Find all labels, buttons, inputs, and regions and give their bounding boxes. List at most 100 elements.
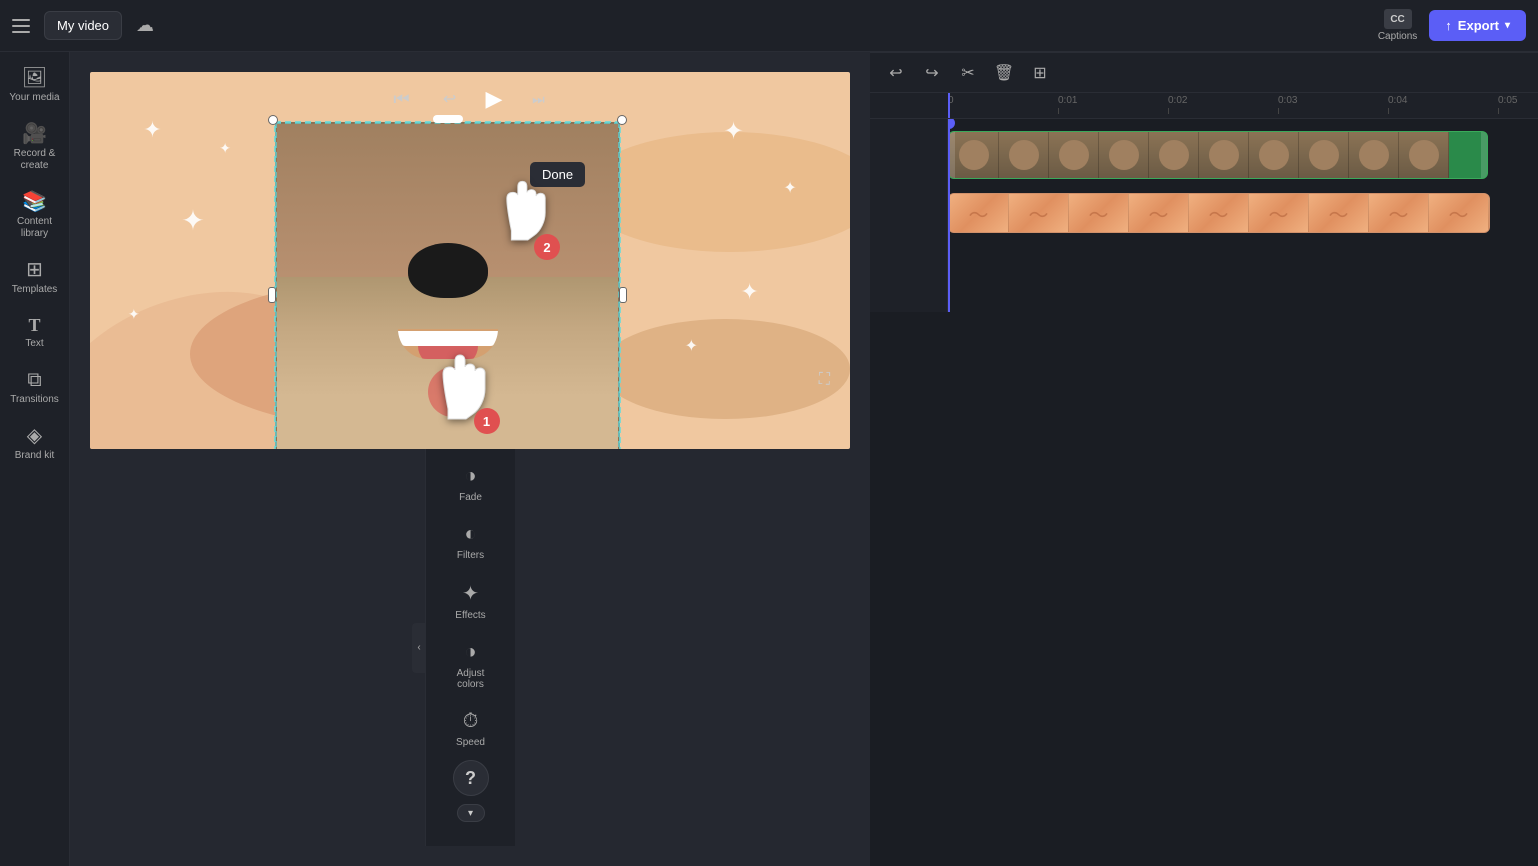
playhead-line <box>948 119 950 312</box>
ruler-mark-0: 0 <box>948 95 1058 114</box>
bg-wave-3 <box>580 132 850 252</box>
effects-icon: ✦ <box>462 581 479 606</box>
undo-button[interactable]: ↩ <box>882 59 910 87</box>
chevron-down-button[interactable]: ▾ <box>457 804 485 822</box>
text-icon: T <box>28 316 40 334</box>
track-frame <box>1199 132 1249 178</box>
sidebar-item-your-media[interactable]: 🖼 Your media <box>5 60 65 112</box>
export-button[interactable]: ↑ Export ▾ <box>1429 10 1526 41</box>
overlay-segment: 〜 <box>1129 194 1189 232</box>
ruler-playhead <box>948 93 950 118</box>
video-title-button[interactable]: My video <box>44 11 122 40</box>
dog-teeth <box>398 331 498 346</box>
overlay-segment: 〜 <box>1429 194 1489 232</box>
overlay-segment: 〜 <box>1009 194 1069 232</box>
overlay-track[interactable]: 〜 〜 〜 〜 〜 〜 〜 〜 〜 <box>948 193 1490 233</box>
right-panel-item-effects[interactable]: ✦ Effects <box>433 573 508 629</box>
track-frame <box>1399 132 1449 178</box>
overlay-pattern: 〜 〜 〜 〜 〜 〜 〜 〜 〜 <box>949 194 1489 232</box>
timeline-tracks: 〜 〜 〜 〜 〜 〜 〜 〜 〜 <box>948 119 1538 312</box>
sidebar-item-text[interactable]: T Text <box>5 308 65 358</box>
rewind-button[interactable]: ↩ <box>434 83 466 115</box>
cloud-save-icon[interactable]: ☁ <box>132 11 158 40</box>
sidebar-item-templates[interactable]: ⊞ Templates <box>5 252 65 304</box>
timeline-toolbar: ↩ ↪ ✂ 🗑 ⊞ 00:00.00 / 00:05.00 − + ⤢ <box>870 53 1538 93</box>
sidebar-item-content-library[interactable]: 📚 Contentlibrary <box>5 184 65 248</box>
your-media-icon: 🖼 <box>22 68 47 88</box>
playback-controls: ⏮ ↩ ▶ ⏭ <box>90 82 850 116</box>
video-canvas-area: 16:9 ✦ ✦ ✦ ✦ ✦ ✦ <box>70 52 870 866</box>
overlay-segment: 〜 <box>1309 194 1369 232</box>
track-frame <box>1149 132 1199 178</box>
right-panel-item-fade[interactable]: ◑ Fade <box>433 457 508 511</box>
delete-button[interactable]: 🗑 <box>990 59 1018 87</box>
main-area: 🖼 Your media 🎥 Record &create 📚 Contentl… <box>0 52 1538 866</box>
ruler-mark-5: 0:05 <box>1498 95 1538 114</box>
ruler-mark-1: 0:01 <box>1058 95 1168 114</box>
help-button[interactable]: ? <box>453 760 489 796</box>
track-frame <box>1349 132 1399 178</box>
sparkle-icon: ✦ <box>219 140 231 157</box>
editor-area: 16:9 ✦ ✦ ✦ ✦ ✦ ✦ <box>70 52 1538 866</box>
bg-wave-4 <box>600 319 850 419</box>
topbar-right: CC Captions ↑ Export ▾ <box>1378 9 1526 42</box>
track-frame <box>949 132 999 178</box>
topbar: My video ☁ CC Captions ↑ Export ▾ <box>0 0 1538 52</box>
video-track-row <box>948 127 1538 183</box>
right-panel-item-adjust-colors[interactable]: ◑ Adjustcolors <box>433 633 508 698</box>
track-frame <box>1049 132 1099 178</box>
overlay-segment: 〜 <box>1249 194 1309 232</box>
dog-video-clip[interactable] <box>275 122 620 449</box>
track-frame <box>1099 132 1149 178</box>
timeline-content: 〜 〜 〜 〜 〜 〜 〜 〜 〜 <box>870 119 1538 312</box>
dog-nose <box>408 243 488 298</box>
track-right-handle[interactable] <box>1481 132 1487 178</box>
sparkle-icon: ✦ <box>128 306 140 323</box>
sparkle-icon: ✦ <box>143 117 161 143</box>
cut-button[interactable]: ✂ <box>954 59 982 87</box>
sparkle-icon: ✦ <box>783 178 796 198</box>
timeline-ruler: 0 0:01 0:02 0:03 0:04 <box>870 93 1538 119</box>
sidebar-item-transitions[interactable]: ⧉ Transitions <box>5 362 65 414</box>
center-right: 16:9 ✦ ✦ ✦ ✦ ✦ ✦ <box>70 52 1538 866</box>
sidebar-item-brand-kit[interactable]: ◈ Brand kit <box>5 418 65 470</box>
dog-mouth <box>398 329 498 359</box>
collapse-right-panel-button[interactable]: ‹ <box>412 623 426 673</box>
timeline-tracks-label <box>870 119 948 312</box>
sparkle-icon: ✦ <box>740 279 758 305</box>
redo-button[interactable]: ↪ <box>918 59 946 87</box>
overlay-segment: 〜 <box>949 194 1009 232</box>
video-canvas[interactable]: ✦ ✦ ✦ ✦ ✦ ✦ ✦ ✦ <box>90 72 850 449</box>
skip-forward-button[interactable]: ⏭ <box>522 83 554 115</box>
sparkle-icon: ✦ <box>724 117 744 146</box>
fade-icon: ◑ <box>464 465 476 488</box>
dog-image <box>277 124 618 449</box>
track-frame <box>999 132 1049 178</box>
track-frame <box>1249 132 1299 178</box>
ruler-mark-4: 0:04 <box>1388 95 1498 114</box>
overlay-segment: 〜 <box>1069 194 1129 232</box>
play-button[interactable]: ▶ <box>482 82 507 116</box>
duplicate-button[interactable]: ⊞ <box>1026 59 1054 87</box>
content-library-icon: 📚 <box>22 192 47 212</box>
handle-middle-right[interactable] <box>619 287 627 303</box>
fullscreen-button[interactable]: ⛶ <box>819 371 830 389</box>
filters-icon: ◐ <box>464 523 476 546</box>
hamburger-menu-icon[interactable] <box>12 15 34 37</box>
captions-button[interactable]: CC Captions <box>1378 9 1417 42</box>
overlay-track-row: 〜 〜 〜 〜 〜 〜 〜 〜 〜 <box>948 185 1538 241</box>
transitions-icon: ⧉ <box>27 370 41 390</box>
skip-back-button[interactable]: ⏮ <box>386 83 418 115</box>
overlay-segment: 〜 <box>1369 194 1429 232</box>
track-frame <box>1299 132 1349 178</box>
sidebar-item-record-create[interactable]: 🎥 Record &create <box>5 116 65 180</box>
record-create-icon: 🎥 <box>22 124 47 144</box>
export-upload-icon: ↑ <box>1445 18 1452 33</box>
dog-tongue <box>418 346 478 359</box>
right-panel-item-filters[interactable]: ◐ Filters <box>433 515 508 569</box>
left-sidebar: 🖼 Your media 🎥 Record &create 📚 Contentl… <box>0 52 70 866</box>
video-track[interactable] <box>948 131 1488 179</box>
brand-kit-icon: ◈ <box>27 426 42 446</box>
right-panel-item-speed[interactable]: ⏱ Speed <box>433 702 508 756</box>
adjust-colors-icon: ◑ <box>464 641 476 664</box>
